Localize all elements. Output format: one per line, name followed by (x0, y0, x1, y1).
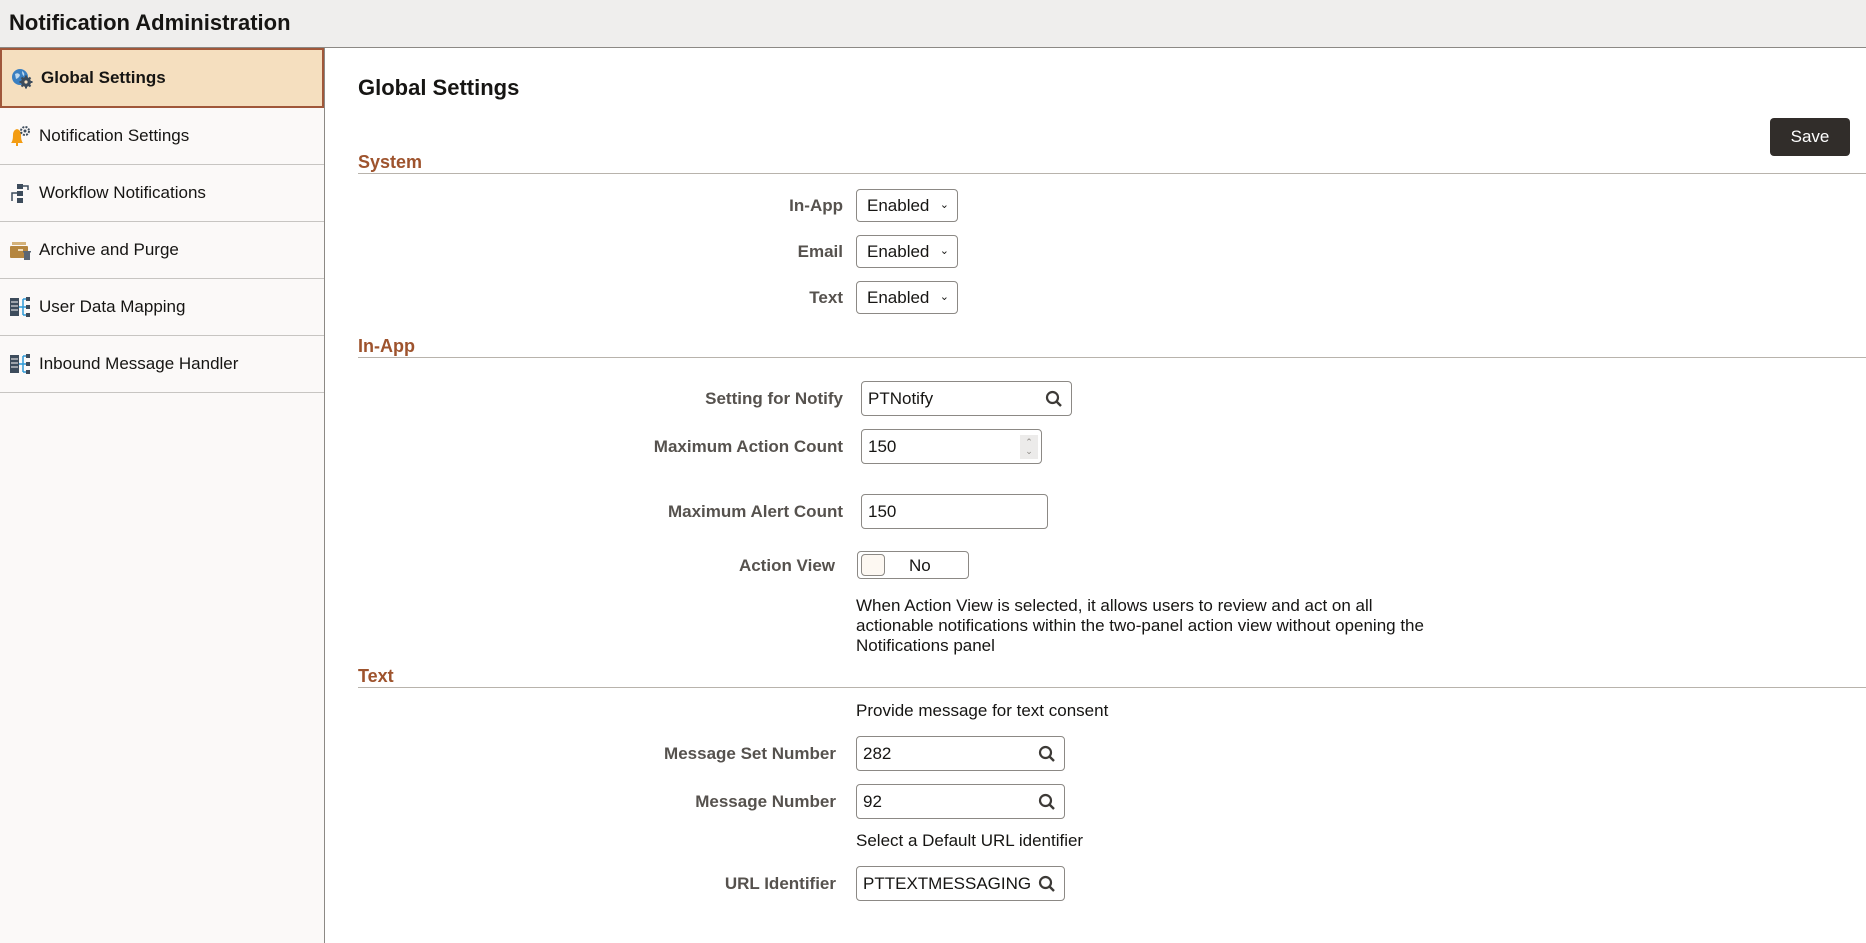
email-label: Email (797, 242, 843, 261)
sidebar-item-label: Inbound Message Handler (39, 354, 239, 373)
search-icon[interactable] (1038, 875, 1056, 893)
main-content: Global Settings Save System In-App Enabl… (325, 48, 1866, 943)
search-icon[interactable] (1038, 793, 1056, 811)
spin-down-icon[interactable]: ⌄ (1025, 447, 1033, 456)
workflow-icon (8, 181, 32, 205)
sidebar-item-user-data-mapping[interactable]: User Data Mapping (0, 279, 324, 336)
text-consent-help: Provide message for text consent (856, 701, 1109, 720)
setting-for-notify-label: Setting for Notify (705, 389, 843, 408)
toggle-label: No (909, 556, 931, 575)
message-number-input[interactable]: 92 (856, 784, 1065, 819)
url-identifier-input[interactable]: PTTEXTMESSAGING (856, 866, 1065, 901)
max-action-count-input[interactable]: 150 ⌃ ⌄ (861, 429, 1042, 464)
search-icon[interactable] (1045, 390, 1063, 408)
save-button[interactable]: Save (1770, 118, 1850, 156)
message-set-number-input[interactable]: 282 (856, 736, 1065, 771)
in-app-label: In-App (789, 196, 843, 215)
sidebar-item-global-settings[interactable]: Global Settings (0, 48, 324, 108)
message-number-label: Message Number (695, 792, 836, 811)
sidebar-item-label: Global Settings (41, 68, 166, 87)
max-alert-count-label: Maximum Alert Count (667, 502, 843, 521)
chevron-down-icon: ⌄ (939, 245, 949, 257)
setting-for-notify-value: PTNotify (868, 389, 934, 408)
page-title: Global Settings (358, 75, 520, 100)
section-heading: System (358, 152, 423, 172)
search-icon[interactable] (1038, 745, 1056, 763)
sidebar-item-workflow-notifications[interactable]: Workflow Notifications (0, 165, 324, 222)
in-app-value: Enabled (867, 196, 930, 215)
sidebar-item-archive-and-purge[interactable]: Archive and Purge (0, 222, 324, 279)
sidebar-item-label: Notification Settings (39, 126, 190, 145)
sidebar: Global Settings Notification Settings Wo… (0, 48, 325, 943)
sidebar-item-label: User Data Mapping (39, 297, 186, 316)
number-spinner[interactable]: ⌃ ⌄ (1020, 435, 1038, 459)
data-mapping-icon (8, 352, 32, 376)
toggle-knob (861, 554, 885, 576)
app-header: Notification Administration (0, 0, 1866, 48)
bell-gear-icon (8, 124, 32, 148)
message-set-number-label: Message Set Number (664, 744, 836, 763)
max-action-count-label: Maximum Action Count (653, 437, 843, 456)
archive-purge-icon (8, 238, 32, 262)
in-app-select[interactable]: Enabled ⌄ (856, 189, 958, 222)
email-select[interactable]: Enabled ⌄ (856, 235, 958, 268)
setting-for-notify-input[interactable]: PTNotify (861, 381, 1072, 416)
url-identifier-value: PTTEXTMESSAGING (863, 874, 1032, 893)
section-in-app: In-App (358, 336, 1866, 358)
action-view-label: Action View (738, 556, 835, 575)
max-action-count-value: 150 (868, 437, 897, 456)
action-view-help-text: When Action View is selected, it allows … (856, 596, 1424, 655)
section-system: System (358, 152, 1866, 174)
sidebar-item-notification-settings[interactable]: Notification Settings (0, 108, 324, 165)
max-alert-count-value: 150 (868, 502, 897, 521)
url-help-text: Select a Default URL identifier (856, 831, 1084, 850)
sidebar-item-label: Workflow Notifications (39, 183, 206, 202)
section-heading: In-App (358, 336, 415, 356)
message-number-value: 92 (863, 792, 882, 811)
section-text: Text (358, 666, 1866, 688)
app-title: Notification Administration (9, 10, 291, 35)
sidebar-item-label: Archive and Purge (39, 240, 179, 259)
message-set-number-value: 282 (863, 744, 892, 763)
action-view-toggle[interactable]: No (857, 551, 969, 579)
url-identifier-label: URL Identifier (724, 874, 836, 893)
max-alert-count-input[interactable]: 150 (861, 494, 1048, 529)
data-mapping-icon (8, 295, 32, 319)
chevron-down-icon: ⌄ (939, 291, 949, 303)
chevron-down-icon: ⌄ (939, 199, 949, 211)
globe-gear-icon (10, 66, 34, 90)
text-select[interactable]: Enabled ⌄ (856, 281, 958, 314)
sidebar-item-inbound-message-handler[interactable]: Inbound Message Handler (0, 336, 324, 393)
email-value: Enabled (867, 242, 930, 261)
text-value: Enabled (867, 288, 930, 307)
text-label: Text (809, 288, 843, 307)
section-heading: Text (358, 666, 394, 686)
